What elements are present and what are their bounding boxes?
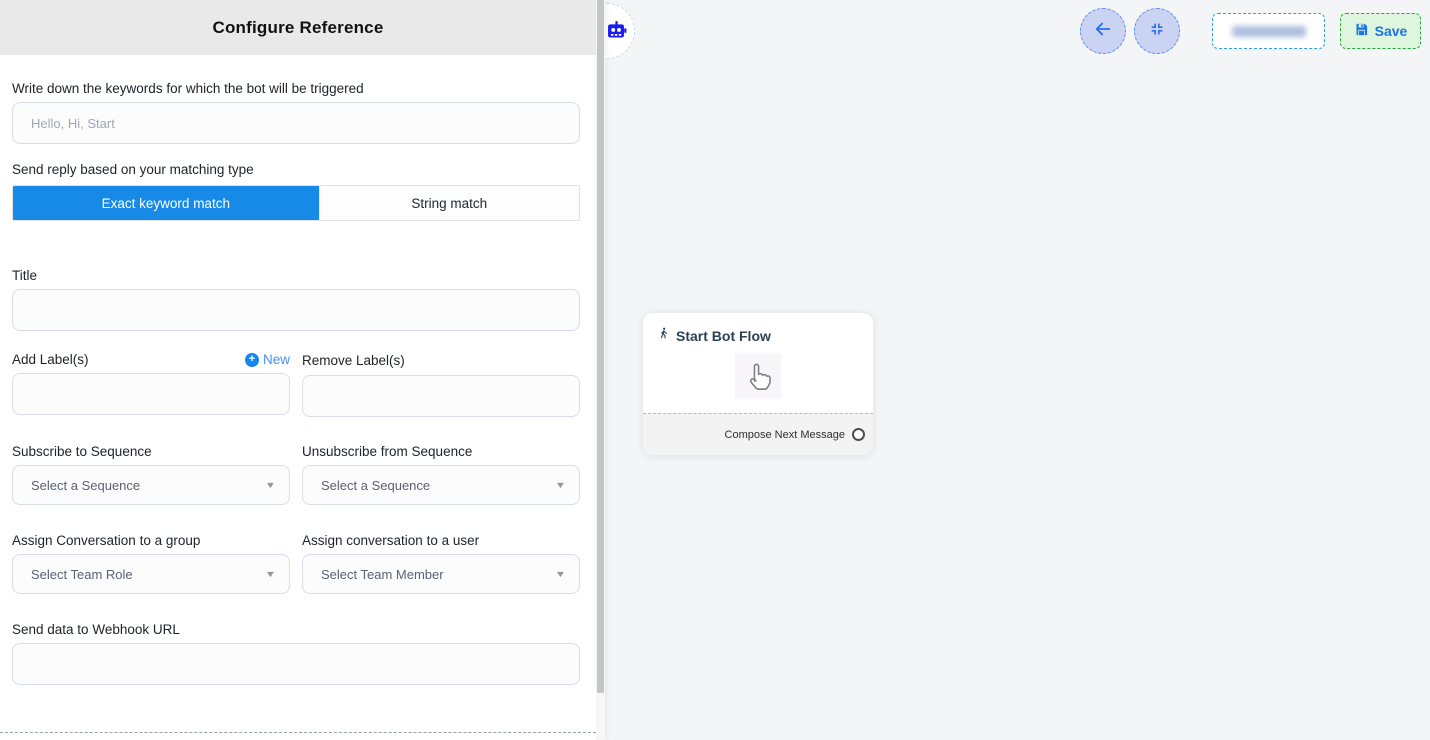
webhook-input[interactable] <box>12 643 580 685</box>
title-label: Title <box>12 268 580 283</box>
page-title: Configure Reference <box>212 18 383 38</box>
chevron-down-icon: ▼ <box>555 569 567 579</box>
back-button[interactable] <box>1080 8 1126 54</box>
node-header: Start Bot Flow <box>643 313 873 346</box>
blurred-label <box>1232 26 1306 37</box>
subscribe-sequence-label: Subscribe to Sequence <box>12 444 290 459</box>
compress-icon <box>1149 21 1165 42</box>
node-footer: Compose Next Message <box>643 413 873 455</box>
panel-bottom-divider <box>0 732 596 733</box>
panel-header: Configure Reference <box>0 0 596 55</box>
unsubscribe-sequence-value: Select a Sequence <box>321 478 430 493</box>
assign-group-value: Select Team Role <box>31 567 133 582</box>
remove-labels-label: Remove Label(s) <box>302 353 405 368</box>
assign-user-value: Select Team Member <box>321 567 444 582</box>
walking-person-icon <box>657 326 670 346</box>
add-labels-label: Add Label(s) <box>12 352 89 367</box>
keywords-input[interactable] <box>12 102 580 144</box>
matching-type-toggle: Exact keyword match String match <box>12 185 580 221</box>
node-title: Start Bot Flow <box>676 328 771 344</box>
new-label-text: New <box>263 352 290 367</box>
assign-group-select[interactable]: Select Team Role ▼ <box>12 554 290 594</box>
panel-form: Write down the keywords for which the bo… <box>12 55 580 685</box>
fit-view-button[interactable] <box>1134 8 1180 54</box>
scrollbar-thumb[interactable] <box>597 0 604 693</box>
unsubscribe-sequence-label: Unsubscribe from Sequence <box>302 444 580 459</box>
exact-keyword-match-option[interactable]: Exact keyword match <box>13 186 319 220</box>
configure-reference-panel: Configure Reference Write down the keywo… <box>0 0 605 740</box>
start-bot-flow-node[interactable]: Start Bot Flow Compose Next Message <box>643 313 873 455</box>
subscribe-sequence-value: Select a Sequence <box>31 478 140 493</box>
unsubscribe-sequence-select[interactable]: Select a Sequence ▼ <box>302 465 580 505</box>
save-button[interactable]: Save <box>1340 13 1421 49</box>
save-icon <box>1354 22 1369 40</box>
chevron-down-icon: ▼ <box>265 480 277 490</box>
add-labels-input[interactable] <box>12 373 290 415</box>
chevron-down-icon: ▼ <box>555 480 567 490</box>
new-label-link[interactable]: + New <box>245 352 290 367</box>
chevron-down-icon: ▼ <box>265 569 277 579</box>
plus-icon: + <box>245 353 259 367</box>
back-arrow-icon <box>1093 19 1113 44</box>
save-button-label: Save <box>1375 23 1408 39</box>
remove-labels-input[interactable] <box>302 375 580 417</box>
assign-user-label: Assign conversation to a user <box>302 533 580 548</box>
blurred-action-button[interactable] <box>1212 13 1325 49</box>
connector-socket[interactable] <box>852 428 865 441</box>
keywords-label: Write down the keywords for which the bo… <box>12 81 580 96</box>
string-match-option[interactable]: String match <box>319 186 579 220</box>
webhook-label: Send data to Webhook URL <box>12 622 580 637</box>
node-body <box>643 347 873 404</box>
matching-type-label: Send reply based on your matching type <box>12 162 580 177</box>
assign-group-label: Assign Conversation to a group <box>12 533 290 548</box>
title-input[interactable] <box>12 289 580 331</box>
flow-canvas[interactable]: Save Start Bot Flow Com <box>605 0 1430 740</box>
hand-pointer-icon <box>735 353 781 399</box>
compose-next-message-label: Compose Next Message <box>725 429 845 441</box>
subscribe-sequence-select[interactable]: Select a Sequence ▼ <box>12 465 290 505</box>
panel-scrollbar[interactable] <box>596 0 605 740</box>
assign-user-select[interactable]: Select Team Member ▼ <box>302 554 580 594</box>
